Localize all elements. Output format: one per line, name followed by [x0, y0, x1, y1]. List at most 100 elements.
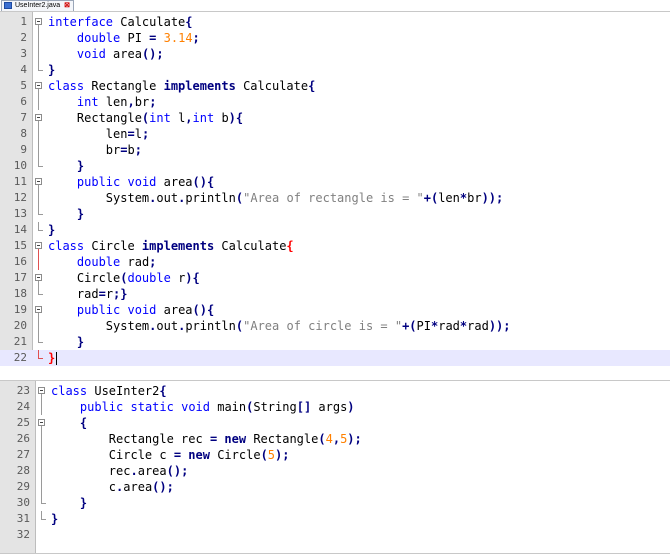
fold-toggle-icon[interactable] — [33, 174, 46, 190]
code-text[interactable]: int len,br; — [48, 94, 157, 110]
line-number: 20 — [13, 319, 27, 332]
code-text[interactable]: System.out.println("Area of rectangle is… — [48, 190, 503, 206]
code-text[interactable]: interface Calculate{ — [48, 14, 193, 30]
code-text[interactable]: } — [48, 62, 55, 78]
code-text[interactable]: rad=r;} — [48, 286, 128, 302]
code-token: } — [51, 512, 59, 526]
code-text[interactable]: Rectangle(int l,int b){ — [48, 110, 243, 126]
code-line[interactable]: 14} — [0, 222, 670, 238]
code-token: Calculate — [113, 15, 186, 29]
code-token: "Area of circle is = " — [243, 319, 403, 333]
code-text[interactable]: c.area(); — [51, 479, 174, 495]
code-token: ; — [149, 255, 157, 269]
code-token: ( — [318, 432, 326, 446]
fold-toggle-icon[interactable] — [33, 14, 46, 30]
code-line[interactable]: 5 class Rectangle implements Calculate{ — [0, 78, 670, 94]
code-text[interactable]: class UseInter2{ — [51, 383, 167, 399]
code-token: class — [48, 79, 85, 93]
fold-toggle-icon[interactable] — [33, 110, 46, 126]
code-line[interactable]: 30 } — [0, 495, 670, 511]
code-token: Circle c — [51, 448, 174, 462]
close-tab-icon[interactable]: ⊠ — [64, 2, 70, 9]
code-text[interactable]: len=l; — [48, 126, 149, 142]
code-line[interactable]: 24 public static void main(String[] args… — [0, 399, 670, 415]
code-line[interactable]: 9 br=b; — [0, 142, 670, 158]
code-token: ( — [260, 448, 268, 462]
code-text[interactable]: rec.area(); — [51, 463, 189, 479]
fold-toggle-icon[interactable] — [33, 238, 46, 254]
code-text[interactable]: } — [48, 222, 55, 238]
code-text[interactable]: } — [51, 511, 58, 527]
code-token: Rectangle — [84, 79, 164, 93]
code-line[interactable]: 28 rec.area(); — [0, 463, 670, 479]
code-text[interactable]: } — [51, 495, 87, 511]
code-text[interactable]: public void area(){ — [48, 174, 214, 190]
code-line[interactable]: 10 } — [0, 158, 670, 174]
code-token: } — [76, 207, 85, 221]
code-text[interactable]: double rad; — [48, 254, 157, 270]
code-token: System — [48, 191, 150, 205]
code-text[interactable]: public void area(){ — [48, 302, 214, 318]
code-text[interactable]: } — [48, 206, 84, 222]
code-text[interactable]: } — [48, 158, 84, 174]
fold-end-guide — [36, 495, 49, 511]
code-line[interactable]: 17 Circle(double r){ — [0, 270, 670, 286]
code-text[interactable]: } — [48, 334, 84, 350]
code-line[interactable]: 12 System.out.println("Area of rectangle… — [0, 190, 670, 206]
fold-toggle-icon[interactable] — [33, 302, 46, 318]
code-line[interactable]: 20 System.out.println("Area of circle is… — [0, 318, 670, 334]
code-line[interactable]: 32 — [0, 527, 670, 543]
code-token: c — [51, 480, 117, 494]
code-line[interactable]: 1 interface Calculate{ — [0, 14, 670, 30]
code-editor-bottom[interactable]: 23 class UseInter2{24 public static void … — [0, 380, 670, 554]
code-line[interactable]: 11 public void area(){ — [0, 174, 670, 190]
fold-toggle-icon[interactable] — [36, 415, 49, 431]
code-line[interactable]: 7 Rectangle(int l,int b){ — [0, 110, 670, 126]
code-line[interactable]: 4} — [0, 62, 670, 78]
code-text[interactable]: public static void main(String[] args) — [51, 399, 355, 415]
code-line[interactable]: 3 void area(); — [0, 46, 670, 62]
code-text[interactable]: } — [48, 350, 57, 366]
code-text[interactable]: br=b; — [48, 142, 142, 158]
code-token: )); — [481, 191, 504, 205]
code-line[interactable]: 18 rad=r;} — [0, 286, 670, 302]
code-line[interactable]: 16 double rad; — [0, 254, 670, 270]
code-line[interactable]: 22} — [0, 350, 670, 366]
code-text[interactable]: class Rectangle implements Calculate{ — [48, 78, 315, 94]
code-text[interactable]: Rectangle rec = new Rectangle(4,5); — [51, 431, 362, 447]
code-line[interactable]: 25 { — [0, 415, 670, 431]
code-line[interactable]: 29 c.area(); — [0, 479, 670, 495]
code-text[interactable]: Circle c = new Circle(5); — [51, 447, 290, 463]
code-line[interactable]: 19 public void area(){ — [0, 302, 670, 318]
code-token: } — [48, 351, 56, 365]
code-text[interactable]: void area(); — [48, 46, 164, 62]
code-line[interactable]: 26 Rectangle rec = new Rectangle(4,5); — [0, 431, 670, 447]
code-token: (); — [166, 464, 189, 478]
code-line[interactable]: 21 } — [0, 334, 670, 350]
code-text[interactable]: Circle(double r){ — [48, 270, 200, 286]
code-text[interactable]: double PI = 3.14; — [48, 30, 200, 46]
code-editor-top[interactable]: 1 interface Calculate{2 double PI = 3.14;… — [0, 11, 670, 366]
fold-empty — [36, 527, 49, 543]
code-token: { — [159, 384, 167, 398]
code-line[interactable]: 13 } — [0, 206, 670, 222]
fold-toggle-icon[interactable] — [36, 383, 49, 399]
code-text[interactable]: System.out.println("Area of circle is = … — [48, 318, 511, 334]
code-text[interactable]: { — [51, 415, 87, 431]
code-line[interactable]: 31} — [0, 511, 670, 527]
fold-toggle-icon[interactable] — [33, 270, 46, 286]
code-line[interactable]: 6 int len,br; — [0, 94, 670, 110]
line-number: 5 — [20, 79, 27, 92]
code-token: ){ — [228, 111, 244, 125]
fold-toggle-icon[interactable] — [33, 78, 46, 94]
code-line[interactable]: 2 double PI = 3.14; — [0, 30, 670, 46]
code-line[interactable]: 15 class Circle implements Calculate{ — [0, 238, 670, 254]
code-token: , — [185, 111, 193, 125]
tab-useinter2-java[interactable]: UseInter2.java ⊠ — [1, 0, 74, 11]
code-line[interactable]: 27 Circle c = new Circle(5); — [0, 447, 670, 463]
code-token: class — [51, 384, 88, 398]
code-text[interactable]: class Circle implements Calculate{ — [48, 238, 294, 254]
code-line[interactable]: 23 class UseInter2{ — [0, 383, 670, 399]
code-line[interactable]: 8 len=l; — [0, 126, 670, 142]
